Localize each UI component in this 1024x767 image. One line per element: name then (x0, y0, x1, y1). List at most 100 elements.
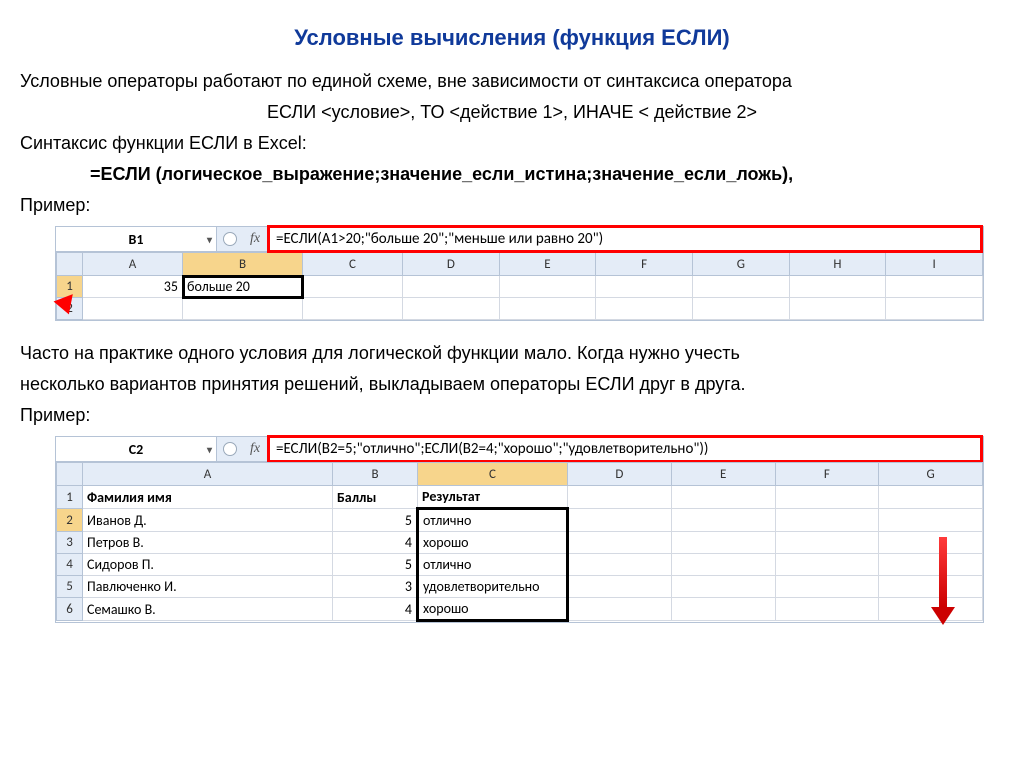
cell[interactable] (886, 298, 983, 320)
middle-text-2: несколько вариантов принятия решений, вы… (20, 374, 1004, 395)
cell[interactable] (671, 486, 775, 509)
cell[interactable]: 4 (333, 598, 418, 621)
cell[interactable] (879, 486, 983, 509)
row-header[interactable]: 4 (57, 554, 83, 576)
col-header[interactable]: B (333, 463, 418, 486)
cell[interactable] (568, 576, 672, 598)
cell[interactable] (183, 298, 303, 320)
cell[interactable] (596, 276, 693, 298)
cell[interactable]: 35 (83, 276, 183, 298)
cell[interactable]: 5 (333, 509, 418, 532)
cell[interactable]: Павлюченко И. (83, 576, 333, 598)
col-header[interactable]: F (596, 253, 693, 276)
cell[interactable] (775, 486, 879, 509)
example-label-2: Пример: (20, 405, 1004, 426)
dropdown-icon[interactable]: ▾ (207, 443, 212, 456)
cell[interactable] (403, 298, 500, 320)
cell[interactable]: удовлетворительно (418, 576, 568, 598)
cell[interactable] (671, 554, 775, 576)
row-header[interactable]: 6 (57, 598, 83, 621)
cell[interactable] (775, 509, 879, 532)
col-header[interactable]: E (499, 253, 596, 276)
cell[interactable]: хорошо (418, 598, 568, 621)
corner-cell[interactable] (57, 253, 83, 276)
cell[interactable] (789, 298, 886, 320)
name-box[interactable]: B1 ▾ (56, 227, 217, 251)
cell[interactable]: 4 (333, 532, 418, 554)
cell[interactable] (568, 598, 672, 621)
intro-text-1: Условные операторы работают по единой сх… (20, 71, 1004, 92)
cell[interactable]: отлично (418, 554, 568, 576)
cell[interactable] (671, 598, 775, 621)
cell[interactable] (775, 554, 879, 576)
col-header[interactable]: B (183, 253, 303, 276)
col-header[interactable]: H (789, 253, 886, 276)
cell[interactable]: Петров В. (83, 532, 333, 554)
cell[interactable] (671, 509, 775, 532)
cell[interactable] (879, 509, 983, 532)
cell[interactable] (568, 486, 672, 509)
col-header[interactable]: G (879, 463, 983, 486)
col-header[interactable]: I (886, 253, 983, 276)
cell[interactable]: Семашко В. (83, 598, 333, 621)
cell[interactable] (499, 276, 596, 298)
corner-cell[interactable] (57, 463, 83, 486)
fx-icon[interactable]: fx (243, 437, 267, 461)
col-header[interactable]: A (83, 463, 333, 486)
cell[interactable] (568, 532, 672, 554)
cell[interactable]: Результат (418, 486, 568, 509)
cell[interactable]: 5 (333, 554, 418, 576)
cell[interactable]: хорошо (418, 532, 568, 554)
col-header[interactable]: C (418, 463, 568, 486)
cell[interactable] (303, 276, 403, 298)
cell[interactable]: 3 (333, 576, 418, 598)
cell[interactable] (775, 532, 879, 554)
formula-bar[interactable]: =ЕСЛИ(B2=5;"отлично";ЕСЛИ(B2=4;"хорошо";… (267, 435, 983, 463)
cell[interactable] (671, 532, 775, 554)
col-header[interactable]: E (671, 463, 775, 486)
col-header[interactable]: G (692, 253, 789, 276)
spreadsheet-grid[interactable]: A B C D E F G H I 1 35 больше 20 2 (56, 252, 983, 320)
col-header[interactable]: C (303, 253, 403, 276)
dropdown-icon[interactable]: ▾ (207, 233, 212, 246)
cell[interactable] (879, 554, 983, 576)
cell[interactable] (692, 298, 789, 320)
col-header[interactable]: D (403, 253, 500, 276)
row-header[interactable]: 5 (57, 576, 83, 598)
cell[interactable] (692, 276, 789, 298)
row-header[interactable]: 1 (57, 486, 83, 509)
cell[interactable]: Иванов Д. (83, 509, 333, 532)
cell[interactable] (403, 276, 500, 298)
col-header[interactable]: D (568, 463, 672, 486)
cell[interactable] (775, 576, 879, 598)
cell[interactable] (879, 576, 983, 598)
row-header[interactable]: 3 (57, 532, 83, 554)
cell[interactable] (596, 298, 693, 320)
col-header[interactable]: F (775, 463, 879, 486)
row-header[interactable]: 2 (57, 509, 83, 532)
name-box[interactable]: C2 ▾ (56, 437, 217, 461)
cell[interactable]: Сидоров П. (83, 554, 333, 576)
fx-icon[interactable]: fx (243, 227, 267, 251)
col-header[interactable]: A (83, 253, 183, 276)
cell[interactable] (303, 298, 403, 320)
cell[interactable]: Баллы (333, 486, 418, 509)
formula-bar[interactable]: =ЕСЛИ(A1>20;"больше 20";"меньше или равн… (267, 225, 983, 253)
cell[interactable] (789, 276, 886, 298)
cell[interactable]: Фамилия имя (83, 486, 333, 509)
cell[interactable]: отлично (418, 509, 568, 532)
cell[interactable] (886, 276, 983, 298)
cell[interactable] (499, 298, 596, 320)
cell[interactable] (568, 554, 672, 576)
excel-screenshot-1: B1 ▾ fx =ЕСЛИ(A1>20;"больше 20";"меньше … (55, 226, 984, 321)
cell[interactable] (568, 509, 672, 532)
cell[interactable] (83, 298, 183, 320)
cell[interactable] (775, 598, 879, 621)
cell[interactable]: больше 20 (183, 276, 303, 298)
intro-formula: =ЕСЛИ (логическое_выражение;значение_есл… (90, 164, 1004, 185)
cell[interactable] (879, 532, 983, 554)
spreadsheet-grid[interactable]: A B C D E F G 1 Фамилия имя Баллы Резуль… (56, 462, 983, 622)
formula-bar-row: C2 ▾ fx =ЕСЛИ(B2=5;"отлично";ЕСЛИ(B2=4;"… (56, 437, 983, 462)
fill-arrow-icon (939, 537, 955, 625)
cell[interactable] (671, 576, 775, 598)
